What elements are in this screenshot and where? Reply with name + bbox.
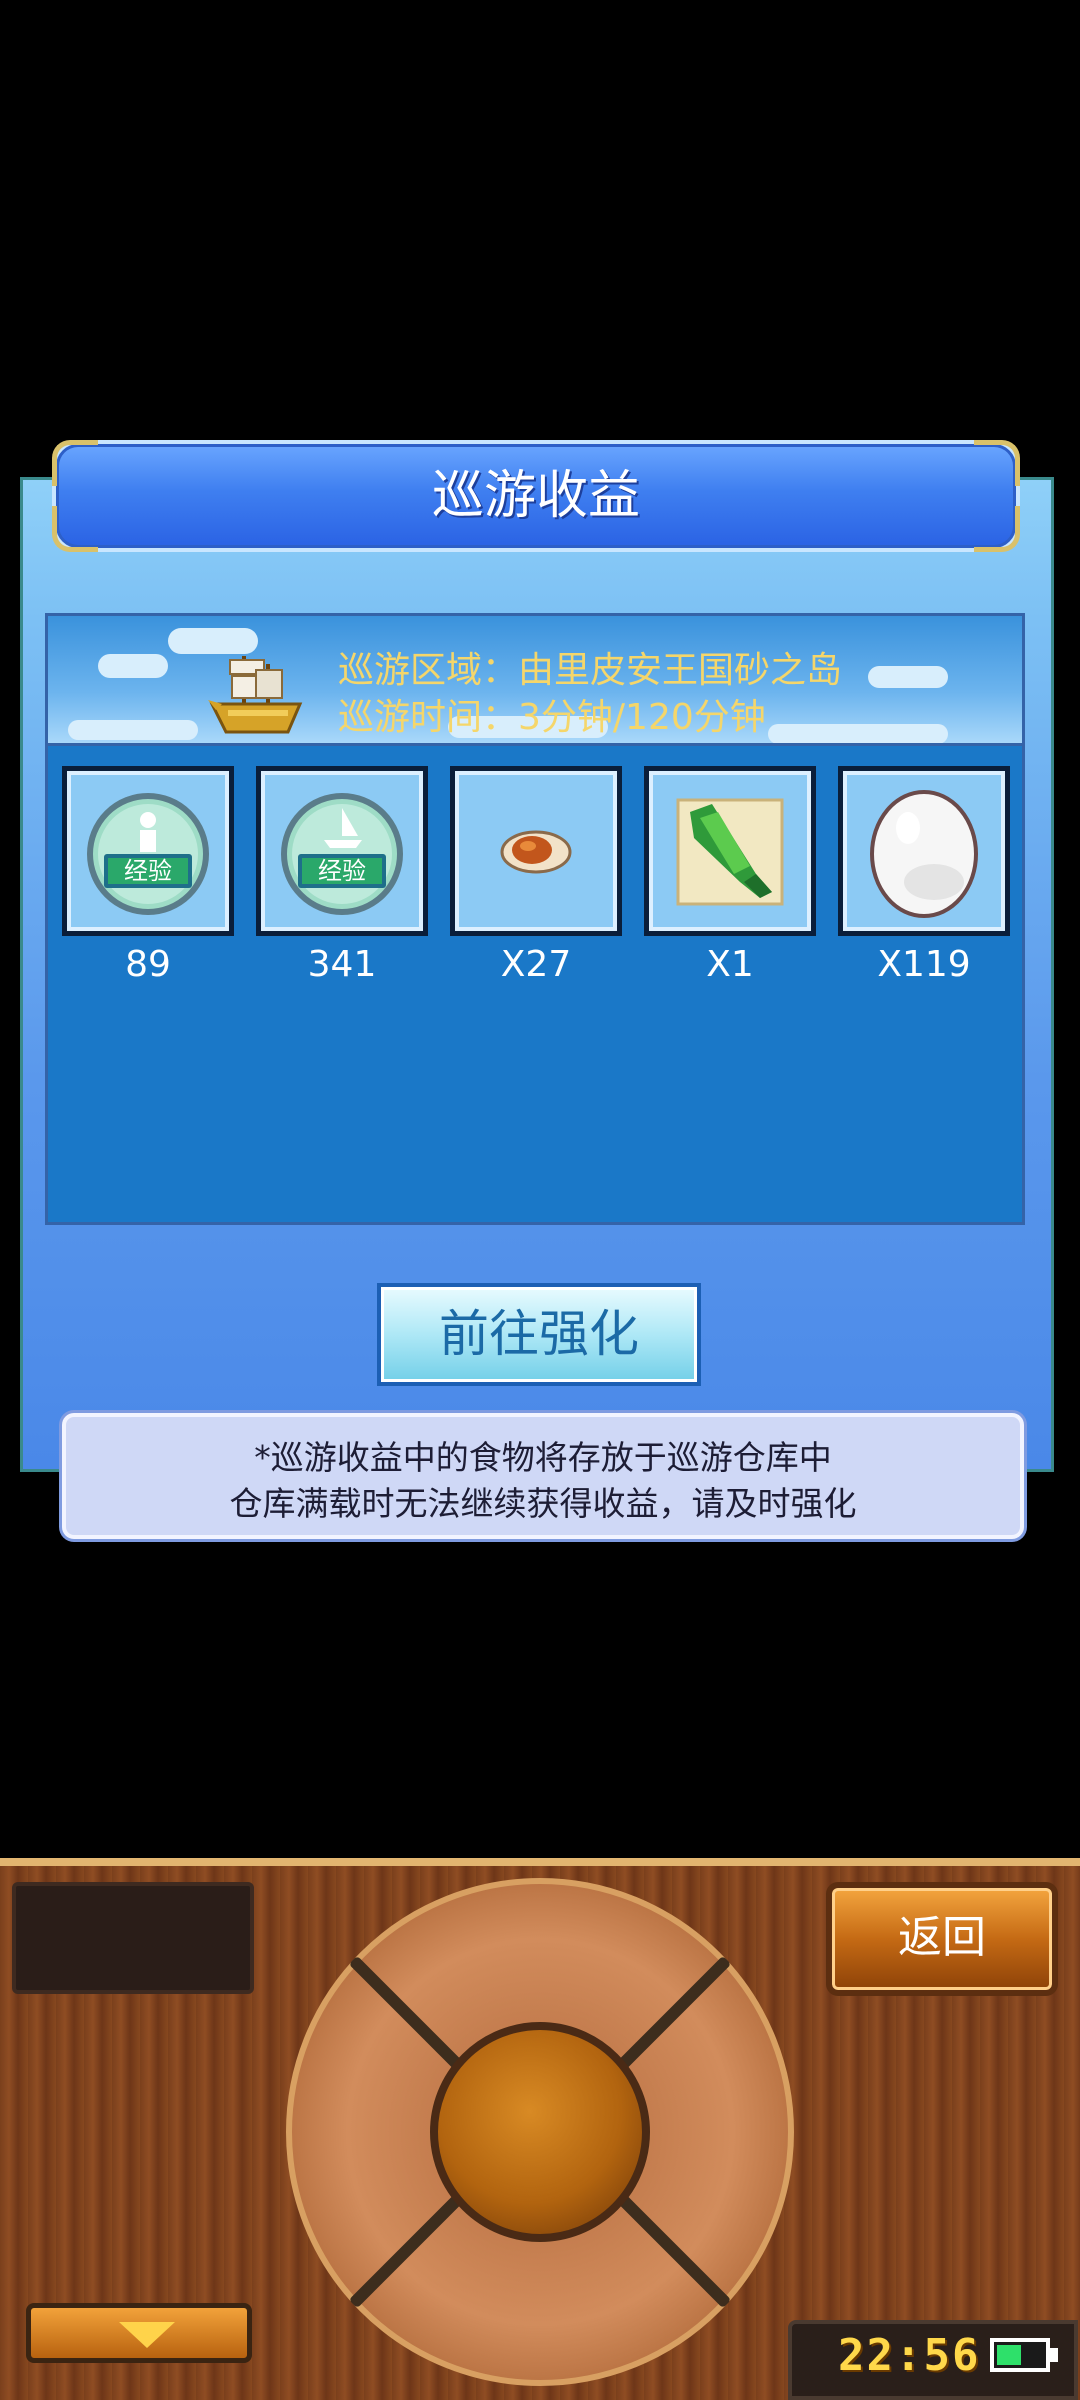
reward-slot-roast-meat[interactable] [450, 766, 622, 936]
reward-count: 341 [307, 944, 377, 985]
cruise-time-text: 巡游时间：3分钟/120分钟 [338, 697, 766, 738]
green-vegetable-icon [676, 798, 784, 906]
dialog-title: 巡游收益 [431, 466, 640, 526]
reward-count: X1 [706, 944, 754, 985]
notice-line: *巡游收益中的食物将存放于巡游仓库中 [254, 1438, 832, 1477]
sailing-ship-icon [208, 656, 303, 734]
storage-notice: *巡游收益中的食物将存放于巡游仓库中 仓库满载时无法继续获得收益，请及时强化 [62, 1413, 1024, 1539]
crew-exp-icon: 经验 [87, 793, 209, 915]
reward-count: X27 [500, 944, 572, 985]
battery-tip [1050, 2348, 1058, 2362]
egg-icon [870, 790, 978, 918]
reward-slot-crew-exp[interactable]: 经验 [62, 766, 234, 936]
svg-text:经验: 经验 [124, 857, 172, 885]
battery-icon [990, 2338, 1050, 2372]
reward-count: 89 [125, 944, 171, 985]
roast-meat-icon [500, 830, 572, 874]
collapse-down-button[interactable] [26, 2303, 252, 2363]
reward-slot-egg[interactable] [838, 766, 1010, 936]
go-upgrade-button[interactable]: 前往强化 [377, 1283, 701, 1386]
mini-screen [12, 1882, 254, 1994]
reward-slot-ship-exp[interactable]: 经验 [256, 766, 428, 936]
dpad-center-button[interactable] [430, 2022, 650, 2242]
ship-exp-icon: 经验 [281, 793, 403, 915]
svg-text:经验: 经验 [318, 857, 366, 885]
reward-slot-vegetable[interactable] [644, 766, 816, 936]
clock-time: 22:56 [838, 2330, 981, 2381]
down-arrow-icon [119, 2322, 175, 2348]
back-button[interactable]: 返回 [826, 1882, 1058, 1996]
notice-line: 仓库满载时无法继续获得收益，请及时强化 [229, 1484, 857, 1523]
cruise-region-text: 巡游区域：由里皮安王国砂之岛 [338, 650, 843, 691]
reward-count: X119 [877, 944, 971, 985]
